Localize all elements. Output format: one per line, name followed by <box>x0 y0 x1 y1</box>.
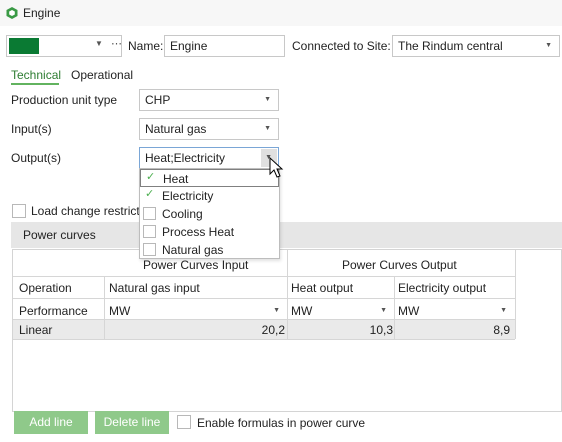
col-divider <box>287 276 288 339</box>
natural-gas-input-cell[interactable]: 20,2 <box>109 323 285 337</box>
unit-select-electricity[interactable]: MW ▼ <box>398 304 513 318</box>
row-divider <box>13 298 515 299</box>
group-output-header: Power Curves Output <box>342 258 457 272</box>
chevron-down-icon[interactable]: ▼ <box>380 307 387 314</box>
power-curves-grid: Power Curves Input Power Curves Output O… <box>12 249 562 412</box>
production-unit-type-value: CHP <box>145 93 171 107</box>
table-row[interactable]: Linear 20,2 10,3 8,9 <box>13 320 515 339</box>
inputs-select[interactable]: Natural gas ▼ <box>139 118 279 140</box>
chevron-down-icon[interactable]: ▼ <box>273 307 280 314</box>
unit-value: MW <box>109 304 131 318</box>
outputs-value: Heat;Electricity <box>145 151 226 165</box>
mouse-cursor-icon <box>269 157 284 178</box>
unit-value: MW <box>291 304 313 318</box>
outputs-dropdown: ✓ Heat ✓ Electricity Cooling Process Hea… <box>139 168 280 259</box>
col-divider <box>287 250 288 276</box>
chevron-down-icon[interactable]: ▼ <box>545 42 552 49</box>
option-checkbox[interactable] <box>143 207 156 220</box>
col-operation: Operation <box>19 281 72 295</box>
performance-label: Performance <box>19 304 88 318</box>
site-label: Connected to Site: <box>292 39 391 53</box>
chevron-down-icon[interactable]: ▼ <box>95 39 103 48</box>
option-checkbox[interactable] <box>143 225 156 238</box>
enable-formulas-checkbox[interactable] <box>177 415 191 429</box>
option-label: Process Heat <box>162 225 235 239</box>
name-label: Name: <box>128 39 164 53</box>
outputs-select[interactable]: Heat;Electricity ▼ <box>139 147 279 169</box>
col-electricity-output: Electricity output <box>398 281 487 295</box>
title-bar <box>0 0 562 26</box>
chevron-down-icon[interactable]: ▼ <box>500 307 507 314</box>
option-checkbox[interactable] <box>143 243 156 256</box>
color-picker[interactable]: ▼ ⋯ <box>6 35 122 57</box>
row-divider <box>13 339 515 340</box>
option-label: Cooling <box>162 207 203 221</box>
row-divider <box>13 276 515 277</box>
heat-output-cell[interactable]: 10,3 <box>291 323 393 337</box>
unit-select-heat[interactable]: MW ▼ <box>291 304 393 318</box>
inputs-label: Input(s) <box>11 122 52 136</box>
col-divider <box>515 250 516 339</box>
window-title: Engine <box>23 6 61 20</box>
app-logo-icon <box>6 7 18 19</box>
option-label: Natural gas <box>162 243 224 257</box>
dropdown-option-natural-gas[interactable]: Natural gas <box>140 241 279 259</box>
delete-line-button[interactable]: Delete line <box>95 411 169 434</box>
electricity-output-cell[interactable]: 8,9 <box>398 323 510 337</box>
col-divider <box>394 276 395 339</box>
operation-cell[interactable]: Linear <box>19 323 52 337</box>
enable-formulas-label: Enable formulas in power curve <box>197 416 366 430</box>
site-select[interactable]: The Rindum central ▼ <box>392 35 560 57</box>
power-curves-title: Power curves <box>23 228 96 242</box>
color-swatch <box>9 38 39 54</box>
load-change-label: Load change restrict <box>31 204 140 218</box>
unit-value: MW <box>398 304 420 318</box>
outputs-label: Output(s) <box>11 151 62 165</box>
inputs-value: Natural gas <box>145 122 207 136</box>
dropdown-option-electricity[interactable]: ✓ Electricity <box>140 187 279 205</box>
tab-operational[interactable]: Operational <box>71 68 133 82</box>
tab-technical[interactable]: Technical <box>11 68 61 82</box>
col-divider <box>104 276 105 339</box>
load-change-checkbox[interactable] <box>12 204 26 218</box>
add-line-button[interactable]: Add line <box>14 411 88 434</box>
option-label: Heat <box>163 172 189 186</box>
production-unit-type-select[interactable]: CHP ▼ <box>139 89 279 111</box>
chevron-down-icon[interactable]: ▼ <box>264 125 271 132</box>
ellipsis-icon[interactable]: ⋯ <box>111 37 122 50</box>
checkmark-icon: ✓ <box>146 171 156 183</box>
unit-select-natural-gas[interactable]: MW ▼ <box>109 304 286 318</box>
site-select-value: The Rindum central <box>398 39 503 53</box>
dropdown-option-process-heat[interactable]: Process Heat <box>140 223 279 241</box>
production-unit-type-label: Production unit type <box>11 93 118 107</box>
option-label: Electricity <box>162 189 214 203</box>
col-natural-gas-input: Natural gas input <box>109 281 200 295</box>
checkmark-icon: ✓ <box>145 188 155 200</box>
dropdown-option-cooling[interactable]: Cooling <box>140 205 279 223</box>
group-input-header: Power Curves Input <box>143 258 249 272</box>
dropdown-option-heat[interactable]: ✓ Heat <box>140 169 279 187</box>
tab-active-indicator <box>11 83 59 85</box>
col-heat-output: Heat output <box>291 281 354 295</box>
chevron-down-icon[interactable]: ▼ <box>264 96 271 103</box>
name-field[interactable]: Engine <box>164 35 285 57</box>
